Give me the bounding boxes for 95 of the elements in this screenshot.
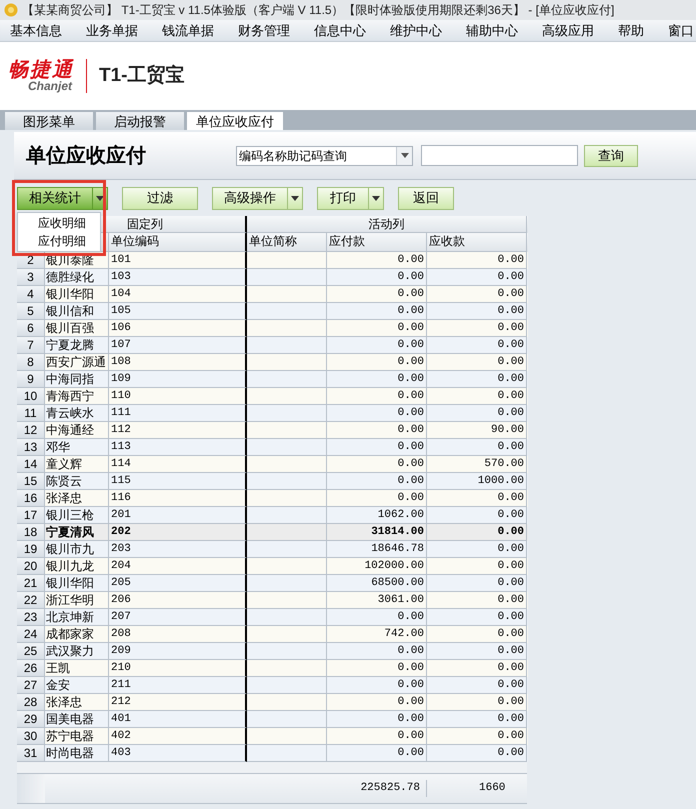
table-row[interactable]: 14 童义辉 114 0.00 570.00 [17, 456, 528, 473]
app-icon [4, 3, 18, 17]
row-number: 31 [17, 745, 45, 762]
tab[interactable]: 启动报警 [96, 112, 184, 130]
menu-item[interactable]: 窗口 [656, 20, 696, 40]
table-row[interactable]: 22 浙江华明 206 3061.00 0.00 [17, 592, 528, 609]
row-number: 16 [17, 490, 45, 507]
row-number: 9 [17, 371, 45, 388]
row-number: 11 [17, 405, 45, 422]
row-number: 24 [17, 626, 45, 643]
table-row[interactable]: 28 张泽忠 212 0.00 0.00 [17, 694, 528, 711]
table-row[interactable]: 29 国美电器 401 0.00 0.00 [17, 711, 528, 728]
table-row[interactable]: 20 银川九龙 204 102000.00 0.00 [17, 558, 528, 575]
toolbar-button[interactable]: 相关统计 [17, 186, 93, 210]
row-number: 7 [17, 337, 45, 354]
table-row[interactable]: 4 银川华阳 104 0.00 0.00 [17, 286, 528, 303]
product-name: T1-工贸宝 [99, 64, 184, 88]
table-row[interactable]: 10 青海西宁 110 0.00 0.00 [17, 388, 528, 405]
table-row[interactable]: 16 张泽忠 116 0.00 0.00 [17, 490, 528, 507]
row-number: 30 [17, 728, 45, 745]
total-cell: 225825.78 [327, 780, 427, 797]
row-number: 20 [17, 558, 45, 575]
table-row[interactable]: 25 武汉聚力 209 0.00 0.00 [17, 643, 528, 660]
table-row[interactable]: 5 银川信和 105 0.00 0.00 [17, 303, 528, 320]
toolbar-button[interactable]: 返回 [398, 186, 454, 210]
row-number: 28 [17, 694, 45, 711]
table-row[interactable]: 9 中海同指 109 0.00 0.00 [17, 371, 528, 388]
search-field[interactable] [421, 145, 578, 166]
row-number: 27 [17, 677, 45, 694]
page-title: 单位应收应付 [26, 144, 147, 168]
menu-item[interactable]: 帮助 [606, 20, 656, 40]
table-row[interactable]: 7 宁夏龙腾 107 0.00 0.00 [17, 337, 528, 354]
tab[interactable]: 图形菜单 [5, 112, 93, 130]
dropdown-arrow-button[interactable] [288, 186, 303, 210]
row-number: 26 [17, 660, 45, 677]
dropdown-menu-item[interactable]: 应付明细 [18, 232, 100, 250]
menu-item[interactable]: 基本信息 [4, 20, 74, 40]
row-number: 5 [17, 303, 45, 320]
row-number: 19 [17, 541, 45, 558]
row-number: 4 [17, 286, 45, 303]
table-row[interactable]: 12 中海通经 112 0.00 90.00 [17, 422, 528, 439]
table-row[interactable]: 13 邓华 113 0.00 0.00 [17, 439, 528, 456]
toolbar-button[interactable]: 打印 [317, 186, 369, 210]
row-number: 29 [17, 711, 45, 728]
row-number: 25 [17, 643, 45, 660]
row-number: 23 [17, 609, 45, 626]
row-number: 18 [17, 524, 45, 541]
row-number: 8 [17, 354, 45, 371]
menu-item[interactable]: 钱流单据 [150, 20, 226, 40]
toolbar-button[interactable]: 过滤 [122, 186, 198, 210]
table-row[interactable]: 11 青云峡水 111 0.00 0.00 [17, 405, 528, 422]
brand-logo: 畅捷通 [8, 60, 74, 80]
table-row[interactable]: 18 宁夏清风 202 31814.00 0.00 [17, 524, 528, 541]
table-row[interactable]: 23 北京坤新 207 0.00 0.00 [17, 609, 528, 626]
caret-icon [372, 196, 380, 200]
row-number: 13 [17, 439, 45, 456]
menu-item[interactable]: 辅助中心 [454, 20, 530, 40]
row-number: 21 [17, 575, 45, 592]
table-row[interactable]: 26 王凯 210 0.00 0.00 [17, 660, 528, 677]
row-number: 6 [17, 320, 45, 337]
row-number: 17 [17, 507, 45, 524]
row-number: 12 [17, 422, 45, 439]
table-row[interactable]: 19 银川市九 203 18646.78 0.00 [17, 541, 528, 558]
table-row[interactable]: 17 银川三枪 201 1062.00 0.00 [17, 507, 528, 524]
menu-item[interactable]: 高级应用 [530, 20, 606, 40]
table-row[interactable]: 27 金安 211 0.00 0.00 [17, 677, 528, 694]
query-mode-dropdown[interactable]: 编码名称助记码查询 [236, 146, 413, 166]
table-row[interactable]: 24 成都家家 208 742.00 0.00 [17, 626, 528, 643]
table-row[interactable]: 21 银川华阳 205 68500.00 0.00 [17, 575, 528, 592]
brand-latin: Chanjet [28, 80, 74, 92]
table-row[interactable]: 6 银川百强 106 0.00 0.00 [17, 320, 528, 337]
row-number: 14 [17, 456, 45, 473]
row-number: 3 [17, 269, 45, 286]
window-title: 【某某商贸公司】 T1-工贸宝 v 11.5体验版（客户端 V 11.5）【限时体验版使用期限还剩36天】 - [单位应收应付] [22, 2, 614, 19]
menu-item[interactable]: 业务单据 [74, 20, 150, 40]
row-number: 10 [17, 388, 45, 405]
table-row[interactable]: 3 德胜绿化 103 0.00 0.00 [17, 269, 528, 286]
query-button[interactable]: 查询 [584, 144, 638, 166]
table-row[interactable]: 8 西安广源通 108 0.00 0.00 [17, 354, 528, 371]
menu-item[interactable]: 财务管理 [226, 20, 302, 40]
row-header-cell [17, 774, 45, 803]
row-number: 22 [17, 592, 45, 609]
menu-item[interactable]: 维护中心 [378, 20, 454, 40]
tab[interactable]: 单位应收应付 [187, 112, 283, 130]
table-row[interactable]: 15 陈贤云 115 0.00 1000.00 [17, 473, 528, 490]
caret-icon [400, 153, 408, 158]
toolbar-button[interactable]: 高级操作 [212, 186, 288, 210]
menu-item[interactable]: 信息中心 [302, 20, 378, 40]
dropdown-arrow-button[interactable] [369, 186, 384, 210]
row-number: 15 [17, 473, 45, 490]
table-row[interactable]: 31 时尚电器 403 0.00 0.00 [17, 745, 528, 762]
caret-icon [291, 196, 299, 200]
table-row[interactable]: 30 苏宁电器 402 0.00 0.00 [17, 728, 528, 745]
total-cell-text: 1660 [478, 781, 506, 796]
caret-icon [96, 196, 104, 200]
